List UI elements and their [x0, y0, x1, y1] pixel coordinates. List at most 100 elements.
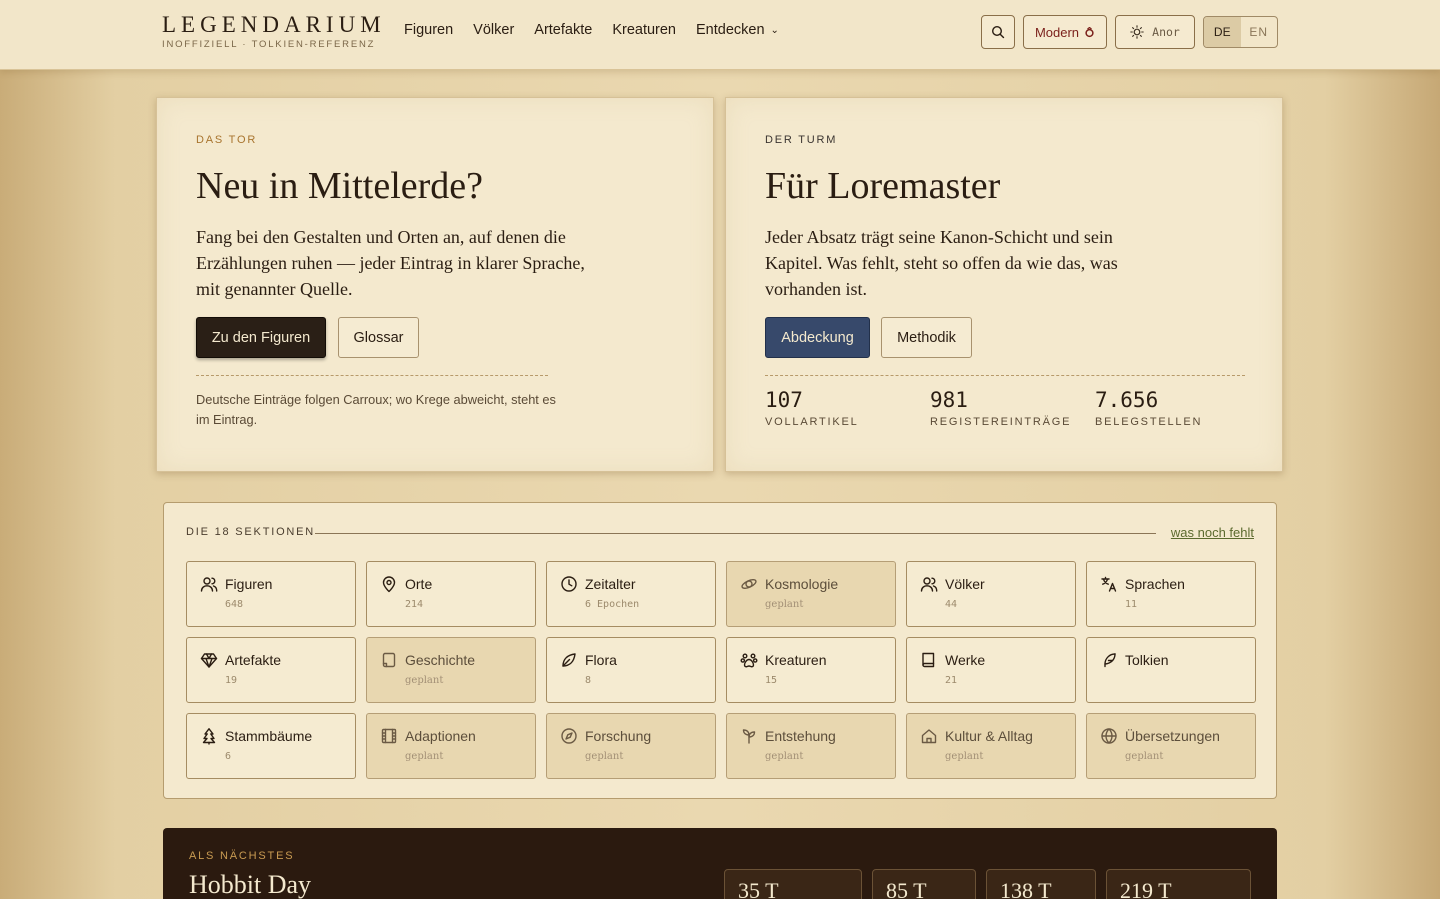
section-label: Übersetzungen	[1125, 728, 1220, 744]
countdown-value: 219 T	[1120, 878, 1172, 899]
stat-label: BELEGSTELLEN	[1095, 416, 1203, 428]
book-icon	[922, 652, 935, 668]
search-icon	[991, 25, 1005, 39]
stat-citations: 7.656 BELEGSTELLEN	[1095, 388, 1202, 428]
compass-icon	[561, 728, 577, 744]
section-tile[interactable]: Kosmologie geplant	[726, 561, 896, 627]
stat-value: 7.656	[1095, 388, 1159, 412]
section-label: Zeitalter	[585, 576, 636, 592]
divider	[196, 375, 548, 376]
section-label: Stammbäume	[225, 728, 313, 744]
lang-en[interactable]: EN	[1241, 17, 1278, 47]
to-figures-button[interactable]: Zu den Figuren	[196, 317, 326, 358]
section-count: geplant	[585, 751, 624, 762]
section-tile[interactable]: Artefakte 19	[186, 637, 356, 703]
tree-icon	[202, 728, 216, 745]
section-tile[interactable]: Orte 214	[366, 561, 536, 627]
countdown-box: 138 T	[986, 869, 1096, 899]
next-title: Hobbit Day	[189, 870, 312, 899]
section-count: geplant	[765, 751, 804, 762]
stat-label: VOLLARTIKEL	[765, 416, 859, 428]
gem-icon	[200, 653, 218, 668]
section-count: 6 Epochen	[585, 599, 640, 610]
countdown-value: 85 T	[886, 878, 927, 899]
section-tile[interactable]: Figuren 648	[186, 561, 356, 627]
glossary-button[interactable]: Glossar	[338, 317, 419, 358]
section-tile[interactable]: Werke 21	[906, 637, 1076, 703]
countdown-box: 219 T	[1106, 869, 1251, 899]
search-button[interactable]	[981, 15, 1015, 49]
methodology-button[interactable]: Methodik	[881, 317, 972, 358]
translate-icon	[1101, 576, 1117, 592]
orbit-icon	[741, 579, 757, 589]
sections-panel: DIE 18 SEKTIONEN was noch fehlt Figuren 6…	[163, 502, 1277, 799]
section-tile[interactable]: Völker 44	[906, 561, 1076, 627]
chevron-down-icon: ⌄	[770, 25, 779, 36]
nav-kreaturen[interactable]: Kreaturen	[612, 22, 676, 38]
paw-icon	[740, 653, 758, 668]
home-icon	[921, 729, 937, 744]
nav-entdecken[interactable]: Entdecken ⌄	[696, 22, 779, 38]
section-label: Kosmologie	[765, 576, 839, 592]
top-header: LEGENDARIUM INOFFIZIELL · TOLKIEN-REFERE…	[0, 0, 1440, 70]
newcomer-title: Neu in Mittelerde?	[196, 165, 484, 207]
loremaster-title: Für Loremaster	[765, 165, 1001, 207]
coverage-button[interactable]: Abdeckung	[765, 317, 870, 358]
newcomer-card: DAS TOR Neu in Mittelerde? Fang bei den …	[156, 97, 714, 472]
section-count: 44	[945, 599, 958, 610]
section-count: 214	[405, 599, 424, 610]
section-label: Adaptionen	[405, 728, 476, 744]
theme-toggle-button[interactable]: Anor	[1115, 15, 1195, 49]
section-tile[interactable]: Kultur & Alltag geplant	[906, 713, 1076, 779]
users-icon	[200, 577, 218, 592]
brand-subtitle: INOFFIZIELL · TOLKIEN-REFERENZ	[162, 39, 376, 50]
section-tile[interactable]: Flora 8	[546, 637, 716, 703]
section-tile[interactable]: Zeitalter 6 Epochen	[546, 561, 716, 627]
section-count: geplant	[945, 751, 984, 762]
nav-figuren[interactable]: Figuren	[404, 22, 453, 38]
countdown-value: 35 T	[738, 878, 779, 899]
stat-full-articles: 107 VOLLARTIKEL	[765, 388, 859, 428]
section-tile[interactable]: Übersetzungen geplant	[1086, 713, 1256, 779]
users-icon	[920, 577, 938, 592]
leaf-icon	[562, 653, 576, 667]
section-label: Entstehung	[765, 728, 836, 744]
nav-voelker[interactable]: Völker	[473, 22, 514, 38]
translation-note: Deutsche Einträge folgen Carroux; wo Kre…	[196, 392, 556, 427]
section-count: geplant	[405, 751, 444, 762]
stat-register-entries: 981 REGISTEREINTRÄGE	[930, 388, 1071, 428]
sections-heading: DIE 18 SEKTIONEN	[186, 526, 316, 538]
countdown-box: 85 T	[872, 869, 976, 899]
main-nav: Figuren Völker Artefakte Kreaturen Entde…	[404, 22, 779, 38]
section-tile[interactable]: Stammbäume 6	[186, 713, 356, 779]
nav-artefakte[interactable]: Artefakte	[534, 22, 592, 38]
brand-logo[interactable]: LEGENDARIUM INOFFIZIELL · TOLKIEN-REFERE…	[162, 12, 386, 50]
loremaster-eyebrow: DER TURM	[765, 134, 838, 146]
section-tile[interactable]: Sprachen 11	[1086, 561, 1256, 627]
modern-label: Modern	[1034, 24, 1080, 40]
section-tile[interactable]: Kreaturen 15	[726, 637, 896, 703]
loremaster-card: DER TURM Für Loremaster Jeder Absatz trä…	[725, 97, 1283, 472]
newcomer-text: Fang bei den Gestalten und Orten an, auf…	[196, 227, 585, 299]
section-label: Völker	[945, 576, 985, 592]
section-tile[interactable]: Adaptionen geplant	[366, 713, 536, 779]
countdown-value: 138 T	[1000, 878, 1052, 899]
section-tile[interactable]: Entstehung geplant	[726, 713, 896, 779]
stat-value: 981	[930, 388, 968, 412]
divider	[315, 533, 1156, 534]
modern-style-button[interactable]: Modern	[1023, 15, 1107, 49]
section-tile[interactable]: Geschichte geplant	[366, 637, 536, 703]
section-count: 11	[1125, 599, 1138, 610]
sun-icon	[1130, 25, 1144, 39]
ring-icon	[1085, 26, 1094, 37]
language-switch: DE EN	[1203, 16, 1278, 48]
lang-de[interactable]: DE	[1204, 17, 1241, 47]
section-tile[interactable]: Tolkien	[1086, 637, 1256, 703]
section-label: Orte	[405, 576, 433, 592]
section-label: Flora	[585, 652, 617, 668]
missing-link[interactable]: was noch fehlt	[1171, 525, 1254, 540]
next-event-panel: ALS NÄCHSTES Hobbit Day 35 T 85 T 138 T …	[163, 828, 1277, 899]
section-tile[interactable]: Forschung geplant	[546, 713, 716, 779]
section-label: Werke	[945, 652, 986, 668]
map-pin-icon	[382, 576, 396, 593]
